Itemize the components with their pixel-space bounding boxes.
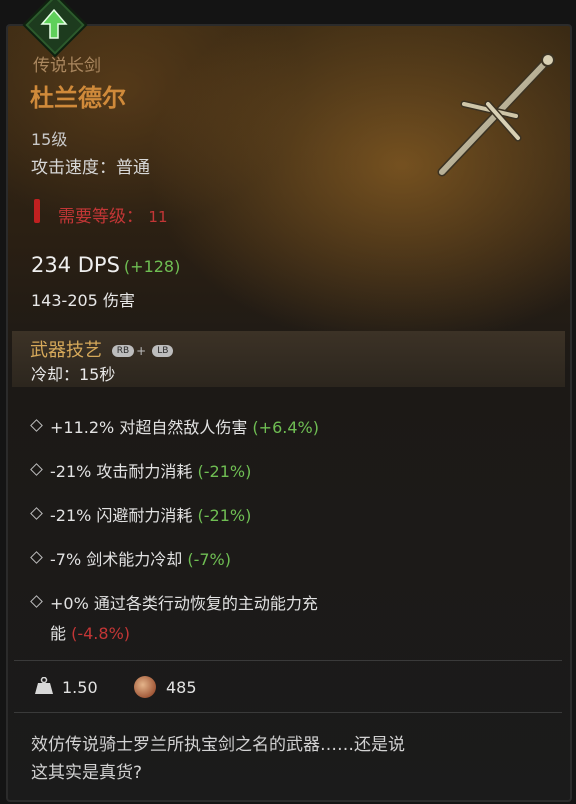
upgrade-arrow-icon	[40, 8, 68, 39]
stat-row: -21% 攻击耐力消耗 (-21%)	[30, 458, 252, 482]
stat-diff: (-21%)	[197, 462, 252, 481]
stat-text: -7% 剑术能力冷却	[50, 550, 183, 569]
diamond-bullet-icon	[30, 419, 43, 432]
dps-diff: (+128)	[123, 257, 181, 276]
diamond-bullet-icon	[30, 463, 43, 476]
stat-text: -21% 闪避耐力消耗	[50, 506, 193, 525]
dps-line: 234 DPS (+128)	[31, 253, 180, 277]
stat-text-continued: 能	[50, 624, 67, 643]
stat-row-continued: 能 (-4.8%)	[32, 620, 130, 644]
item-weight: 1.50	[62, 678, 98, 697]
item-name: 杜兰德尔	[30, 84, 126, 112]
diamond-bullet-icon	[30, 551, 43, 564]
stat-diff: (+6.4%)	[252, 418, 319, 437]
coin-icon	[134, 676, 156, 698]
damage-range: 143-205 伤害	[31, 291, 135, 310]
attack-speed: 攻击速度：普通	[31, 158, 150, 178]
divider	[14, 660, 562, 661]
requirement-value: 11	[148, 208, 168, 226]
item-description: 效仿传说骑士罗兰所执宝剑之名的武器……还是说这其实是真货?	[31, 735, 405, 783]
dps-value: 234 DPS	[31, 253, 120, 277]
stat-text: +0% 通过各类行动恢复的主动能力充	[50, 594, 318, 613]
diamond-bullet-icon	[30, 507, 43, 520]
level-requirement: 需要等级： 11	[58, 202, 168, 227]
sword-icon	[437, 53, 555, 177]
stat-row: +0% 通过各类行动恢复的主动能力充	[30, 590, 318, 614]
divider	[14, 712, 562, 713]
stat-row: +11.2% 对超自然敌人伤害 (+6.4%)	[30, 414, 319, 438]
diamond-bullet-icon	[30, 595, 43, 608]
plus-sign: +	[136, 344, 147, 358]
warning-icon	[34, 199, 40, 223]
skill-cooldown: 冷却：15秒	[31, 365, 116, 384]
stat-text: +11.2% 对超自然敌人伤害	[50, 418, 248, 437]
weapon-skill-header: 武器技艺 RB + LB	[30, 336, 174, 362]
stat-row: -7% 剑术能力冷却 (-7%)	[30, 546, 231, 570]
rb-button-icon: RB	[111, 345, 135, 357]
requirement-label: 需要等级：	[58, 207, 143, 227]
weight-icon	[35, 677, 53, 694]
lb-button-icon: LB	[152, 345, 174, 357]
stat-row: -21% 闪避耐力消耗 (-21%)	[30, 502, 252, 526]
item-value: 485	[166, 678, 197, 697]
stat-diff: (-4.8%)	[71, 624, 131, 643]
stat-diff: (-21%)	[197, 506, 252, 525]
item-type: 传说长剑	[33, 56, 101, 76]
weapon-skill-title: 武器技艺	[30, 340, 102, 361]
item-level: 15级	[31, 130, 68, 149]
stat-text: -21% 攻击耐力消耗	[50, 462, 193, 481]
stat-diff: (-7%)	[187, 550, 231, 569]
